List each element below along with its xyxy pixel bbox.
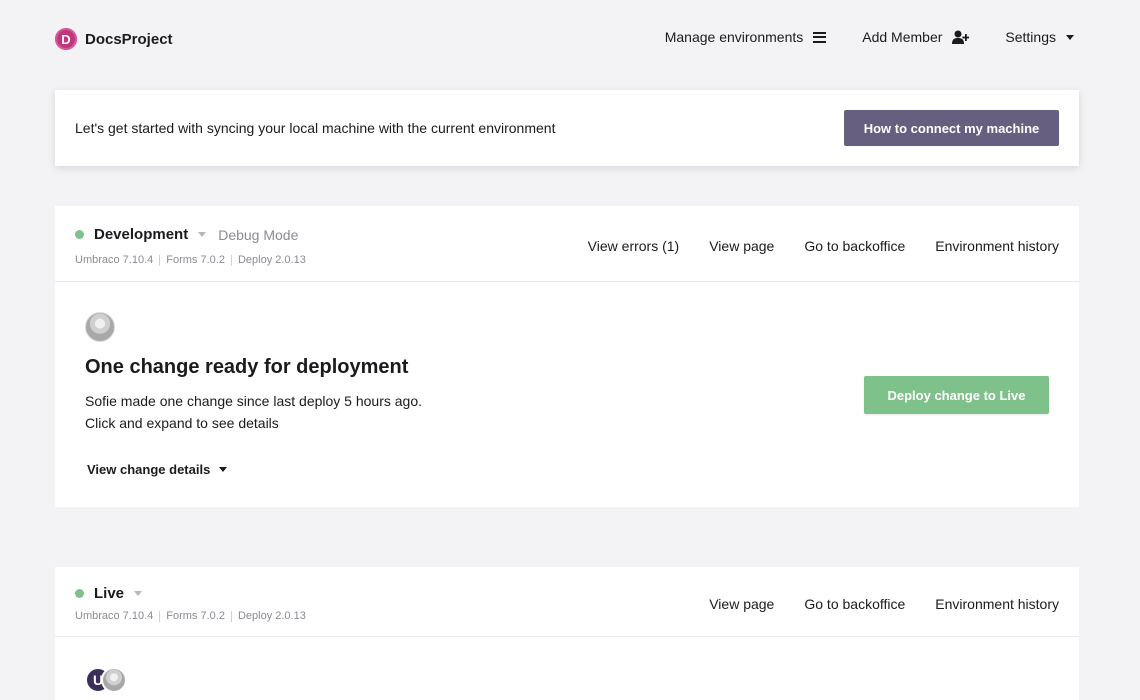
avatar xyxy=(101,667,127,693)
connect-machine-button[interactable]: How to connect my machine xyxy=(844,110,1059,146)
environment-card-live: Live Umbraco 7.10.4 Forms 7.0.2 Deploy 2… xyxy=(55,567,1079,700)
umbraco-version: Umbraco 7.10.4 xyxy=(75,254,154,266)
chevron-down-icon[interactable] xyxy=(198,232,207,237)
divider xyxy=(159,610,161,622)
change-description: Sofie made one change since last deploy … xyxy=(85,390,422,434)
manage-environments-button[interactable]: Manage environments xyxy=(665,29,827,45)
add-member-button[interactable]: Add Member xyxy=(862,29,970,45)
view-change-details-toggle[interactable]: View change details xyxy=(87,462,228,477)
umbraco-version: Umbraco 7.10.4 xyxy=(75,610,154,622)
divider xyxy=(230,254,232,266)
deploy-version: Deploy 2.0.13 xyxy=(237,610,306,622)
chevron-down-icon xyxy=(1066,34,1074,40)
environment-body: U xyxy=(55,637,1079,700)
menu-icon xyxy=(813,31,827,43)
change-hint: Click and expand to see details xyxy=(85,415,279,431)
settings-label: Settings xyxy=(1005,29,1056,45)
version-info: Umbraco 7.10.4 Forms 7.0.2 Deploy 2.0.13 xyxy=(75,610,306,622)
change-summary: Sofie made one change since last deploy … xyxy=(85,393,423,409)
status-dot-icon xyxy=(75,230,84,239)
brand[interactable]: D DocsProject xyxy=(55,27,173,51)
environment-name: Live xyxy=(94,585,125,602)
deploy-version: Deploy 2.0.13 xyxy=(237,254,306,266)
version-info: Umbraco 7.10.4 Forms 7.0.2 Deploy 2.0.13 xyxy=(75,254,306,266)
deploy-to-live-button[interactable]: Deploy change to Live xyxy=(864,376,1049,414)
status-dot-icon xyxy=(75,589,84,598)
environment-links: View page Go to backoffice Environment h… xyxy=(709,596,1059,612)
view-errors-link[interactable]: View errors (1) xyxy=(588,238,680,254)
project-logo-icon: D xyxy=(55,28,77,50)
go-to-backoffice-link[interactable]: Go to backoffice xyxy=(804,596,905,612)
add-member-label: Add Member xyxy=(862,29,943,45)
change-title: One change ready for deployment xyxy=(85,356,409,378)
environment-title-row: Development Debug Mode xyxy=(75,226,298,243)
environment-card-development: Development Debug Mode Umbraco 7.10.4 Fo… xyxy=(55,206,1079,507)
debug-mode-label: Debug Mode xyxy=(218,226,299,243)
divider xyxy=(230,610,232,622)
banner-text: Let's get started with syncing your loca… xyxy=(75,120,556,136)
settings-dropdown[interactable]: Settings xyxy=(1005,29,1074,45)
environment-name: Development xyxy=(94,226,189,243)
view-change-details-label: View change details xyxy=(87,462,211,477)
top-bar: D DocsProject Manage environments Add Me… xyxy=(0,0,1140,78)
top-nav: Manage environments Add Member Settings xyxy=(665,29,1074,45)
environment-body: One change ready for deployment Sofie ma… xyxy=(55,282,1079,507)
sync-banner: Let's get started with syncing your loca… xyxy=(55,90,1079,166)
avatar-group: U xyxy=(85,667,130,695)
view-page-link[interactable]: View page xyxy=(709,596,774,612)
manage-environments-label: Manage environments xyxy=(664,29,804,45)
chevron-down-icon[interactable] xyxy=(134,591,143,596)
view-page-link[interactable]: View page xyxy=(709,238,774,254)
environment-title-row: Live xyxy=(75,585,143,602)
environment-header: Live Umbraco 7.10.4 Forms 7.0.2 Deploy 2… xyxy=(55,567,1079,637)
forms-version: Forms 7.0.2 xyxy=(166,254,225,266)
project-name: DocsProject xyxy=(85,30,173,48)
environment-history-link[interactable]: Environment history xyxy=(935,238,1059,254)
forms-version: Forms 7.0.2 xyxy=(166,610,225,622)
chevron-down-icon xyxy=(219,467,228,472)
environment-header: Development Debug Mode Umbraco 7.10.4 Fo… xyxy=(55,206,1079,282)
user-plus-icon xyxy=(952,30,970,44)
divider xyxy=(159,254,161,266)
environment-history-link[interactable]: Environment history xyxy=(935,596,1059,612)
avatar xyxy=(85,312,115,342)
environment-links: View errors (1) View page Go to backoffi… xyxy=(588,238,1059,254)
go-to-backoffice-link[interactable]: Go to backoffice xyxy=(804,238,905,254)
